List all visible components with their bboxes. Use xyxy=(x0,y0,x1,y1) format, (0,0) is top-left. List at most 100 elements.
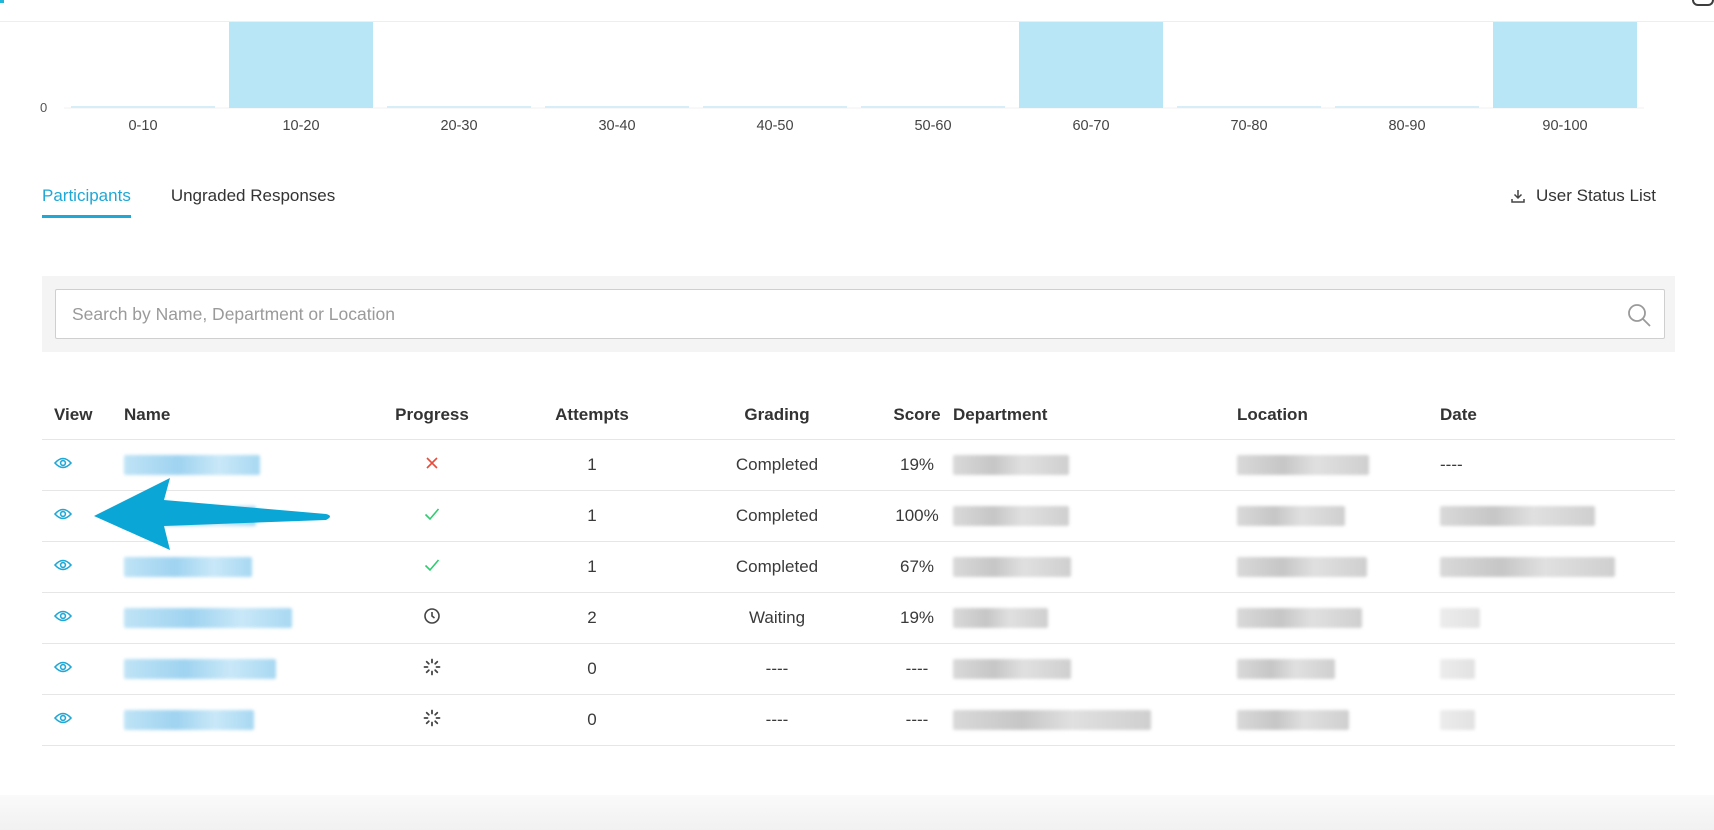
eye-icon[interactable] xyxy=(53,557,73,577)
user-status-list-button[interactable]: User Status List xyxy=(1510,186,1656,206)
grading-cell: Completed xyxy=(735,455,819,474)
header-attempts[interactable]: Attempts xyxy=(522,390,662,439)
redacted-name xyxy=(124,557,252,577)
attempts-cell: 2 xyxy=(587,608,597,627)
y-tick-label: 0 xyxy=(40,100,48,115)
eye-icon[interactable] xyxy=(53,608,73,628)
header-grading[interactable]: Grading xyxy=(682,390,872,439)
x-icon xyxy=(425,455,439,475)
histogram-bar xyxy=(1019,22,1163,108)
department-cell xyxy=(953,491,1233,541)
progress-cell xyxy=(362,491,502,541)
x-tick-label: 80-90 xyxy=(1388,118,1426,134)
table-header: View Name Progress Attempts Grading Scor… xyxy=(42,390,1675,440)
redacted-department xyxy=(953,506,1069,526)
view-cell xyxy=(53,695,104,745)
tab-participants[interactable]: Participants xyxy=(42,186,131,218)
participant-name-link[interactable] xyxy=(124,593,364,643)
redacted-date xyxy=(1440,659,1475,679)
date-cell xyxy=(1440,593,1670,643)
x-tick-label: 50-60 xyxy=(914,118,952,134)
redacted-name xyxy=(124,710,254,730)
department-cell xyxy=(953,440,1233,490)
participants-table: View Name Progress Attempts Grading Scor… xyxy=(42,390,1675,746)
header-location[interactable]: Location xyxy=(1237,390,1437,439)
redacted-location xyxy=(1237,659,1335,679)
histogram-bar xyxy=(861,106,1005,108)
x-tick-label: 0-10 xyxy=(128,118,158,134)
user-status-list-label: User Status List xyxy=(1536,186,1656,205)
progress-cell xyxy=(362,593,502,643)
histogram-bar xyxy=(229,22,373,108)
location-cell xyxy=(1237,491,1437,541)
location-cell xyxy=(1237,542,1437,592)
table-row: 0 ---- ---- xyxy=(42,644,1675,695)
header-view: View xyxy=(54,404,93,424)
header-progress[interactable]: Progress xyxy=(362,390,502,439)
grading-cell: ---- xyxy=(765,659,789,678)
search-icon[interactable] xyxy=(1626,302,1652,333)
table-row: 0 ---- ---- xyxy=(42,695,1675,746)
view-cell xyxy=(53,644,104,694)
histogram-bar xyxy=(1493,22,1637,108)
score-histogram: 0 0-10 10-20 20-30 30-40 40-50 50-60 60-70 70-8… xyxy=(0,0,1714,150)
redacted-date xyxy=(1440,557,1615,577)
redacted-department xyxy=(953,455,1069,475)
date-cell xyxy=(1440,542,1670,592)
progress-cell xyxy=(362,440,502,490)
histogram-bar xyxy=(1335,106,1479,108)
histogram-bar xyxy=(545,106,689,108)
header-date[interactable]: Date xyxy=(1440,390,1670,439)
eye-icon[interactable] xyxy=(53,710,73,730)
spinner-icon xyxy=(423,709,441,732)
histogram-svg xyxy=(64,22,1644,109)
histogram-bar xyxy=(703,106,847,108)
participant-name-link[interactable] xyxy=(124,644,364,694)
location-cell xyxy=(1237,695,1437,745)
search-panel xyxy=(42,276,1675,352)
date-text: ---- xyxy=(1440,455,1463,474)
attempts-cell: 0 xyxy=(587,659,597,678)
clock-icon xyxy=(423,607,441,630)
department-cell xyxy=(953,695,1233,745)
date-cell: ---- xyxy=(1440,440,1670,490)
redacted-location xyxy=(1237,455,1369,475)
search-box xyxy=(55,289,1665,339)
histogram-bar xyxy=(1177,106,1321,108)
location-cell xyxy=(1237,440,1437,490)
x-tick-label: 10-20 xyxy=(282,118,320,134)
redacted-date xyxy=(1440,608,1480,628)
redacted-location xyxy=(1237,710,1349,730)
histogram-bar xyxy=(387,106,531,108)
redacted-location xyxy=(1237,506,1345,526)
header-name[interactable]: Name xyxy=(124,390,364,439)
spinner-icon xyxy=(423,658,441,681)
progress-cell xyxy=(362,542,502,592)
participant-name-link[interactable] xyxy=(124,695,364,745)
page-footer-band xyxy=(0,795,1714,830)
eye-icon[interactable] xyxy=(53,455,73,475)
redacted-department xyxy=(953,659,1071,679)
attempts-cell: 1 xyxy=(587,557,597,576)
redacted-location xyxy=(1237,557,1367,577)
tab-ungraded-responses[interactable]: Ungraded Responses xyxy=(171,186,335,218)
department-cell xyxy=(953,644,1233,694)
location-cell xyxy=(1237,644,1437,694)
grading-cell: Completed xyxy=(735,506,819,525)
view-cell xyxy=(53,593,104,643)
department-cell xyxy=(953,542,1233,592)
grading-cell: ---- xyxy=(765,710,789,729)
attempts-cell: 1 xyxy=(587,506,597,525)
x-tick-label: 70-80 xyxy=(1230,118,1268,134)
redacted-name xyxy=(124,608,292,628)
redacted-location xyxy=(1237,608,1362,628)
attempts-cell: 0 xyxy=(587,710,597,729)
redacted-date xyxy=(1440,506,1595,526)
eye-icon[interactable] xyxy=(53,659,73,679)
date-cell xyxy=(1440,644,1670,694)
search-input[interactable] xyxy=(56,290,1664,338)
download-icon xyxy=(1510,188,1526,204)
header-department[interactable]: Department xyxy=(953,390,1233,439)
eye-icon[interactable] xyxy=(53,506,73,526)
table-row: 2 Waiting 19% xyxy=(42,593,1675,644)
